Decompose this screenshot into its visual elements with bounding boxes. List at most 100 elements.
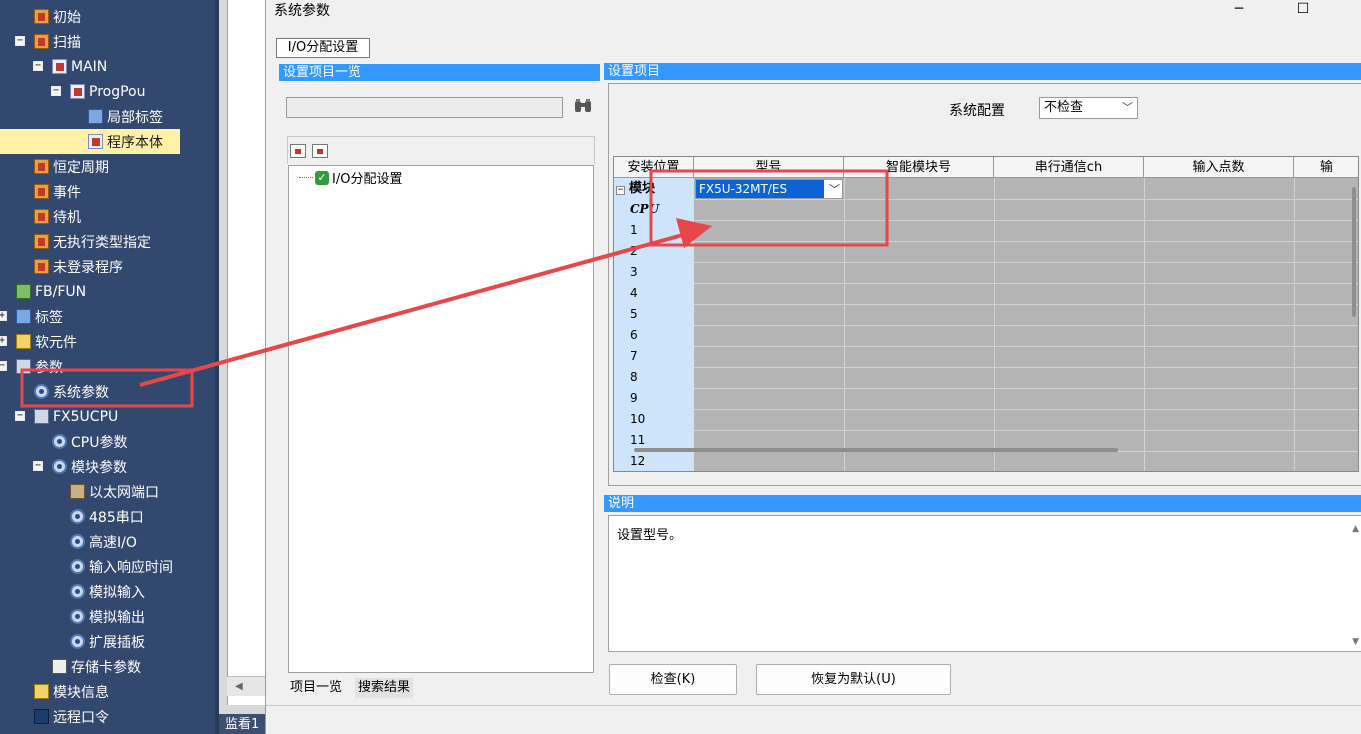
- tab-io-assignment[interactable]: I/O分配设置: [276, 38, 370, 58]
- search-input[interactable]: [286, 97, 563, 118]
- maximize-button[interactable]: ☐: [1280, 0, 1326, 18]
- grid-vertical-scrollbar[interactable]: [1352, 187, 1356, 317]
- tree-item-8[interactable]: 待机: [34, 204, 81, 229]
- tree-item-22[interactable]: 输入响应时间: [70, 554, 173, 579]
- tree-item-label: 扫描: [53, 34, 81, 51]
- tree-item-0[interactable]: 初始: [34, 4, 81, 29]
- restore-default-button[interactable]: 恢复为默认(U): [756, 664, 951, 695]
- tree-item-4[interactable]: 局部标签: [88, 104, 163, 129]
- tab-item-list[interactable]: 项目一览: [287, 678, 346, 698]
- collapse-icon[interactable]: −: [51, 86, 61, 96]
- collapse-icon[interactable]: −: [616, 186, 625, 195]
- row-label-text: 3: [630, 265, 638, 279]
- row-label-text: CPU: [630, 202, 660, 216]
- parameter-icon: [16, 359, 31, 374]
- tree-item-12[interactable]: + 标签: [0, 304, 63, 329]
- tree-item-label: 模拟输入: [89, 584, 145, 601]
- setting-items-header: 设置项目: [604, 63, 1361, 80]
- tree-item-label: 标签: [35, 309, 63, 326]
- tree-item-3[interactable]: − ProgPou: [51, 79, 145, 104]
- gear-icon: [52, 459, 67, 474]
- row-header-3[interactable]: 2: [614, 241, 638, 262]
- row-header-2[interactable]: 1: [614, 220, 638, 241]
- setting-items-tree[interactable]: ✓ I/O分配设置: [288, 165, 594, 673]
- expand-all-icon[interactable]: [290, 144, 306, 158]
- search-binoculars-icon[interactable]: [571, 95, 595, 117]
- tree-item-9[interactable]: 无执行类型指定: [34, 229, 151, 254]
- folder-icon: [34, 9, 49, 24]
- io-assignment-grid[interactable]: 安装位置 型号 智能模块号 串行通信ch 输入点数输 − 模块 CPU 1 2 3 4 5 6 7 8 9 10…: [613, 156, 1359, 472]
- tree-item-21[interactable]: 高速I/O: [70, 529, 137, 554]
- column-header-4[interactable]: 输入点数: [1144, 157, 1294, 178]
- tree-item-27[interactable]: 模块信息: [34, 679, 109, 704]
- tree-item-15[interactable]: 系统参数: [34, 379, 109, 404]
- tree-item-label: 模块参数: [71, 459, 127, 476]
- column-header-2[interactable]: 智能模块号: [844, 157, 994, 178]
- row-header-13[interactable]: 12: [614, 451, 645, 471]
- tree-item-26[interactable]: 存储卡参数: [52, 654, 141, 679]
- expand-icon[interactable]: +: [0, 336, 7, 346]
- expand-icon[interactable]: +: [0, 311, 7, 321]
- collapse-icon[interactable]: −: [33, 461, 43, 471]
- column-header-1[interactable]: 型号: [694, 157, 844, 178]
- check-button[interactable]: 检查(K): [609, 664, 737, 695]
- system-config-value: 不检查: [1044, 100, 1084, 115]
- column-header-0[interactable]: 安装位置: [614, 157, 694, 178]
- tree-item-14[interactable]: − 参数: [0, 354, 63, 379]
- column-header-5[interactable]: 输: [1294, 157, 1358, 178]
- grid-horizontal-scrollbar[interactable]: [634, 448, 1118, 452]
- tree-item-13[interactable]: + 软元件: [0, 329, 77, 354]
- setting-items-list-header: 设置项目一览: [279, 64, 600, 81]
- tree-item-25[interactable]: 扩展插板: [70, 629, 145, 654]
- tree-item-28[interactable]: 远程口令: [34, 704, 109, 729]
- row-label-text: 7: [630, 349, 638, 363]
- editor-horizontal-scrollbar[interactable]: ◀: [227, 676, 265, 696]
- tree-item-io-assignment[interactable]: ✓ I/O分配设置: [299, 168, 402, 187]
- row-header-1[interactable]: CPU: [614, 199, 659, 220]
- scroll-up-icon[interactable]: ▲: [1352, 524, 1359, 534]
- collapse-icon[interactable]: −: [33, 61, 43, 71]
- row-header-8[interactable]: 7: [614, 346, 638, 367]
- row-header-11[interactable]: 10: [614, 409, 645, 430]
- monitor-tab[interactable]: 监看1: [219, 714, 269, 734]
- row-label-text: 10: [630, 412, 646, 426]
- tree-item-10[interactable]: 未登录程序: [34, 254, 123, 279]
- module-icon: [34, 684, 49, 699]
- tree-item-19[interactable]: 以太网端口: [70, 479, 159, 504]
- tree-item-17[interactable]: CPU参数: [52, 429, 127, 454]
- gear-icon: [34, 384, 49, 399]
- row-header-5[interactable]: 4: [614, 283, 638, 304]
- row-header-9[interactable]: 8: [614, 367, 638, 388]
- system-config-select[interactable]: 不检查 ﹀: [1039, 97, 1138, 119]
- collapse-all-icon[interactable]: [312, 144, 328, 158]
- row-header-0[interactable]: − 模块: [614, 178, 655, 199]
- tree-item-label: 软元件: [35, 334, 77, 351]
- row-label-text: 11: [630, 433, 646, 447]
- collapse-icon[interactable]: −: [15, 411, 25, 421]
- tree-item-1[interactable]: − 扫描: [15, 29, 81, 54]
- row-header-4[interactable]: 3: [614, 262, 638, 283]
- collapse-icon[interactable]: −: [0, 361, 7, 371]
- tab-search-results[interactable]: 搜索结果: [355, 678, 414, 698]
- tree-item-16[interactable]: − FX5UCPU: [15, 404, 118, 429]
- tree-item-18[interactable]: − 模块参数: [33, 454, 127, 479]
- tree-item-7[interactable]: 事件: [34, 179, 81, 204]
- column-header-3[interactable]: 串行通信ch: [994, 157, 1144, 178]
- row-header-6[interactable]: 5: [614, 304, 638, 325]
- model-select[interactable]: FX5U-32MT/ES ﹀: [695, 179, 843, 199]
- tree-item-2[interactable]: − MAIN: [33, 54, 107, 79]
- collapse-icon[interactable]: −: [15, 36, 25, 46]
- row-header-10[interactable]: 9: [614, 388, 638, 409]
- tree-item-23[interactable]: 模拟输入: [70, 579, 145, 604]
- minimize-button[interactable]: ─: [1216, 0, 1262, 18]
- tree-item-20[interactable]: 485串口: [70, 504, 144, 529]
- tree-item-5[interactable]: 程序本体: [0, 129, 180, 154]
- tree-item-6[interactable]: 恒定周期: [34, 154, 109, 179]
- gear-icon: [70, 559, 85, 574]
- scroll-down-icon[interactable]: ▼: [1352, 637, 1359, 647]
- tree-item-11[interactable]: FB/FUN: [16, 279, 86, 304]
- project-navigation-tree[interactable]: 初始 − 扫描 − MAIN − ProgPou 局部标签 程序本体 恒定周期 事件 待机 无执行类型指…: [0, 0, 215, 734]
- tree-item-24[interactable]: 模拟输出: [70, 604, 145, 629]
- row-header-7[interactable]: 6: [614, 325, 638, 346]
- tree-item-label: 局部标签: [107, 109, 163, 126]
